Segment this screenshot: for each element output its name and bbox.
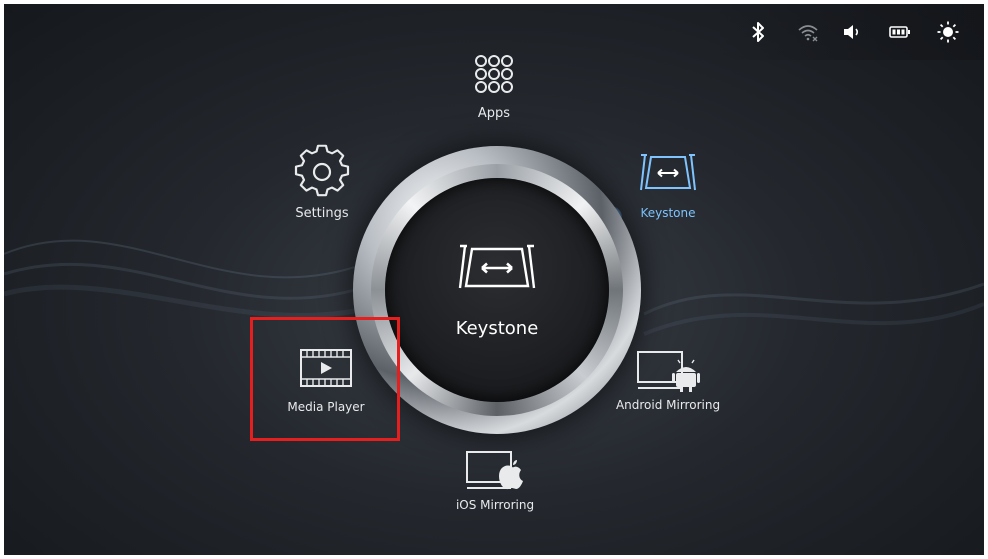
battery-icon: [889, 26, 910, 38]
ios-mirroring-icon: [466, 451, 523, 490]
center-dial-face: Keystone: [385, 178, 609, 402]
bluetooth-icon: [752, 22, 764, 42]
highlight-annotation-box: [250, 317, 400, 441]
android-mirroring-label: Android Mirroring: [615, 398, 721, 412]
volume-icon: [844, 25, 859, 39]
wifi-icon: [798, 25, 818, 42]
center-keystone-icon: [458, 244, 536, 289]
keystone-label: Keystone: [640, 206, 696, 220]
android-mirroring-icon: [637, 351, 700, 392]
menu-item-apps[interactable]: Apps: [466, 52, 522, 121]
settings-label: Settings: [295, 206, 349, 221]
menu-item-ios-mirroring[interactable]: iOS Mirroring: [440, 448, 550, 512]
apps-label: Apps: [477, 106, 511, 121]
keystone-icon: [640, 154, 696, 191]
gear-icon: [294, 144, 350, 197]
menu-item-android-mirroring[interactable]: Android Mirroring: [604, 348, 732, 412]
brightness-icon: [937, 21, 959, 43]
center-title: Keystone: [455, 318, 539, 339]
status-bar: [714, 4, 984, 60]
menu-item-keystone[interactable]: Keystone: [632, 150, 704, 220]
ios-mirroring-label: iOS Mirroring: [455, 498, 535, 512]
apps-grid-icon: [475, 55, 513, 93]
projector-home-screen: Apps Settings Keystone Keystone Media Pl…: [4, 4, 984, 555]
menu-item-settings[interactable]: Settings: [284, 144, 360, 221]
